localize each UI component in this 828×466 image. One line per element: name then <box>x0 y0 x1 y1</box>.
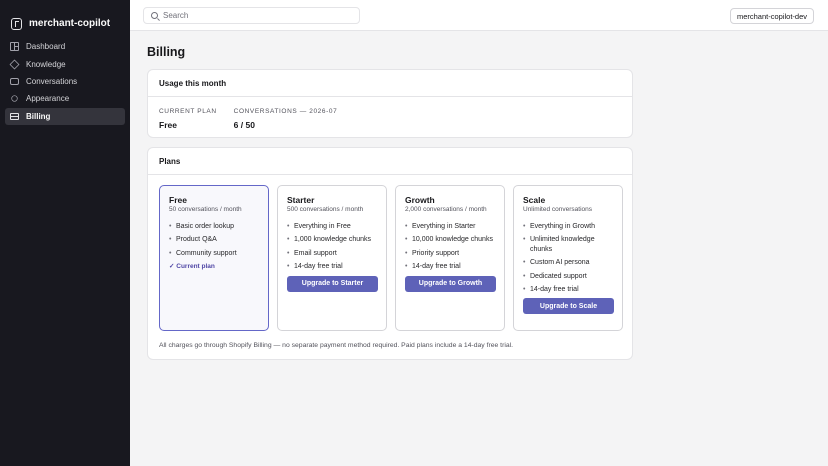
usage-card-title: Usage this month <box>148 70 632 97</box>
plan-feature: Dedicated support <box>523 272 613 282</box>
sidebar-nav: Dashboard Knowledge Conversations Appear… <box>0 38 130 126</box>
plan-subtitle: 50 conversations / month <box>169 206 242 213</box>
conversations-label: CONVERSATIONS — 2026-07 <box>233 108 338 115</box>
search-icon <box>151 12 158 19</box>
plan-feature: Community support <box>169 249 259 259</box>
brand-logo-icon <box>11 17 22 30</box>
plan-features: Basic order lookup Product Q&A Community… <box>169 222 259 258</box>
topbar: merchant-copilot-dev <box>130 0 828 31</box>
plan-features: Everything in Starter 10,000 knowledge c… <box>405 222 495 272</box>
conversations-stat: CONVERSATIONS — 2026-07 6 / 50 <box>234 108 338 130</box>
current-plan-label: CURRENT PLAN <box>159 108 217 115</box>
plan-name: Free <box>169 195 187 205</box>
conversations-value: 6 / 50 <box>233 120 255 130</box>
usage-stats: CURRENT PLAN Free CONVERSATIONS — 2026-0… <box>148 97 632 130</box>
brand-name: merchant-copilot <box>29 18 111 29</box>
sidebar: merchant-copilot Dashboard Knowledge Con… <box>0 0 130 466</box>
workspace-switcher[interactable]: merchant-copilot-dev <box>729 8 814 24</box>
plan-feature: Basic order lookup <box>169 222 259 232</box>
plan-card-starter: Starter 500 conversations / month Everyt… <box>277 185 387 331</box>
plan-feature: Email support <box>287 249 377 259</box>
plan-feature: 14-day free trial <box>405 262 495 272</box>
plan-name: Starter <box>287 195 315 205</box>
plan-features: Everything in Free 1,000 knowledge chunk… <box>287 222 377 272</box>
upgrade-scale-button[interactable]: Upgrade to Scale <box>523 298 614 315</box>
conversations-icon <box>10 78 19 86</box>
sidebar-item-dashboard[interactable]: Dashboard <box>5 38 125 56</box>
plan-subtitle: 2,000 conversations / month <box>405 206 487 213</box>
plan-subtitle: Unlimited conversations <box>523 206 593 213</box>
sidebar-item-appearance[interactable]: Appearance <box>5 90 125 108</box>
plan-card-free: Free 50 conversations / month Basic orde… <box>159 185 269 331</box>
plan-subtitle: 500 conversations / month <box>287 206 364 213</box>
plan-feature: Priority support <box>405 249 495 259</box>
search-input[interactable] <box>163 11 343 20</box>
plan-card-growth: Growth 2,000 conversations / month Every… <box>395 185 505 331</box>
brand[interactable]: merchant-copilot <box>0 0 130 34</box>
usage-card: Usage this month CURRENT PLAN Free CONVE… <box>147 69 633 138</box>
plan-feature: 1,000 knowledge chunks <box>287 235 377 245</box>
appearance-icon <box>11 95 18 103</box>
plan-feature: Everything in Starter <box>405 222 495 232</box>
billing-footnote: All charges go through Shopify Billing —… <box>159 342 514 349</box>
sidebar-item-conversations[interactable]: Conversations <box>5 73 125 91</box>
page-title: Billing <box>147 45 186 59</box>
plan-feature: 14-day free trial <box>523 285 613 295</box>
plans-list: Free 50 conversations / month Basic orde… <box>148 175 632 331</box>
plan-features: Everything in Growth Unlimited knowledge… <box>523 222 613 295</box>
main-content: Billing Usage this month CURRENT PLAN Fr… <box>147 31 633 360</box>
plan-feature: Everything in Growth <box>523 222 613 232</box>
sidebar-item-label: Conversations <box>26 77 78 87</box>
search-box[interactable] <box>143 7 360 24</box>
sidebar-item-billing[interactable]: Billing <box>5 107 125 126</box>
plan-card-scale: Scale Unlimited conversations Everything… <box>513 185 623 331</box>
plans-card: Plans Free 50 conversations / month Basi… <box>147 147 633 360</box>
plan-feature: Custom AI persona <box>523 258 613 268</box>
current-plan-value: Free <box>159 120 177 130</box>
plans-card-title: Plans <box>148 148 632 175</box>
plan-feature: Unlimited knowledge chunks <box>523 235 613 254</box>
billing-icon <box>10 112 19 120</box>
sidebar-item-label: Billing <box>26 111 51 121</box>
current-plan-stat: CURRENT PLAN Free <box>159 108 217 130</box>
dashboard-icon <box>10 42 19 52</box>
sidebar-item-label: Knowledge <box>26 59 66 69</box>
plan-name: Scale <box>523 195 546 205</box>
sidebar-item-label: Appearance <box>26 94 70 104</box>
upgrade-growth-button[interactable]: Upgrade to Growth <box>405 275 496 292</box>
sidebar-item-knowledge[interactable]: Knowledge <box>5 55 125 73</box>
knowledge-icon <box>9 59 20 70</box>
plan-feature: Product Q&A <box>169 235 259 245</box>
plan-feature: 14-day free trial <box>287 262 377 272</box>
plan-feature: Everything in Free <box>287 222 377 232</box>
sidebar-item-label: Dashboard <box>26 42 66 52</box>
current-plan-badge: ✓ Current plan <box>169 263 215 271</box>
upgrade-starter-button[interactable]: Upgrade to Starter <box>287 275 378 292</box>
plan-feature: 10,000 knowledge chunks <box>405 235 495 245</box>
plan-name: Growth <box>405 195 435 205</box>
